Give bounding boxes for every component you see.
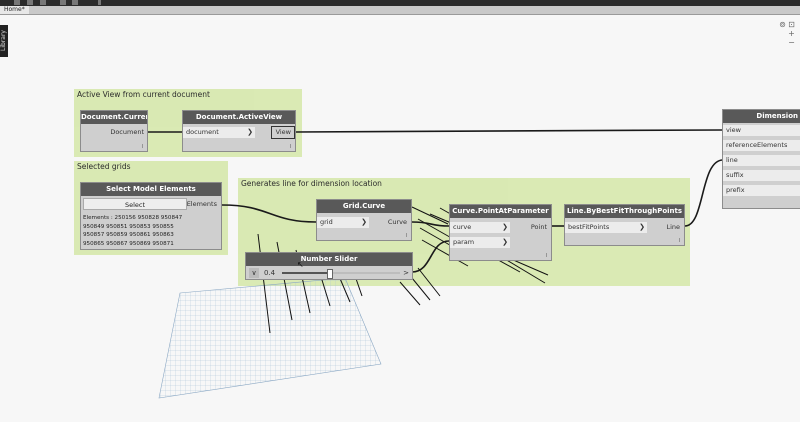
port-line-in[interactable]: line xyxy=(723,155,800,166)
node-title: Select Model Elements xyxy=(81,183,221,196)
node-title: Document.ActiveView xyxy=(183,111,295,124)
redo-icon[interactable] xyxy=(72,0,78,5)
info-badge: l xyxy=(141,144,143,150)
port-label: param xyxy=(453,238,475,246)
port-label: document xyxy=(186,128,219,136)
node-title: Curve.PointAtParameter xyxy=(450,205,551,218)
node-dimension[interactable]: Dimension view referenceElements line su… xyxy=(722,109,800,209)
node-curve-pointatparameter[interactable]: Curve.PointAtParameter curve ❯ param ❯ P… xyxy=(449,204,552,261)
port-suffix-in[interactable]: suffix xyxy=(723,170,800,181)
slider-value[interactable]: 0.4 xyxy=(264,268,275,278)
chevron-right-icon: ❯ xyxy=(502,238,508,246)
port-view-out[interactable]: View xyxy=(271,126,295,139)
port-prefix-in[interactable]: prefix xyxy=(723,185,800,196)
port-param-in[interactable]: param ❯ xyxy=(450,237,510,248)
library-toggle[interactable]: Library xyxy=(0,25,8,57)
group-title: Selected grids xyxy=(77,162,131,171)
tab-bar: Home* xyxy=(0,6,800,15)
undo-icon[interactable] xyxy=(60,0,66,5)
slider-fill xyxy=(282,272,330,274)
port-document-out[interactable]: Document xyxy=(81,127,147,138)
slider-expand-button[interactable]: ∨ xyxy=(249,268,259,278)
elements-line: Elements : 250156 950828 950847 xyxy=(83,215,183,221)
node-line-bybestfit[interactable]: Line.ByBestFitThroughPoints bestFitPoint… xyxy=(564,204,685,246)
port-document-in[interactable]: document ❯ xyxy=(183,127,255,138)
plus-icon[interactable]: + xyxy=(787,29,796,38)
slider-track[interactable] xyxy=(282,269,400,279)
chevron-right-icon: ❯ xyxy=(361,218,367,226)
node-title: Document.Current xyxy=(81,111,147,124)
elements-line: 950849 950851 950853 950855 xyxy=(83,223,174,230)
tab-home[interactable]: Home* xyxy=(0,6,29,14)
zoom-icon[interactable] xyxy=(98,0,101,5)
selected-elements-list: Elements : 250156 950828 950847 950849 9… xyxy=(83,214,201,248)
node-grid-curve[interactable]: Grid.Curve grid ❯ Curve l xyxy=(316,199,412,241)
port-label: curve xyxy=(453,223,472,231)
port-line-out[interactable]: Line xyxy=(661,222,683,233)
info-badge: l xyxy=(545,253,547,259)
select-button[interactable]: Select xyxy=(83,198,187,210)
port-curve-out[interactable]: Curve xyxy=(384,217,410,228)
group-title: Active View from current document xyxy=(77,90,210,99)
node-title: Dimension xyxy=(723,110,800,123)
port-label: bestFitPoints xyxy=(568,223,610,231)
group-title: Generates line for dimension location xyxy=(241,179,382,188)
folder-icon[interactable] xyxy=(27,0,33,5)
info-badge: l xyxy=(405,233,407,239)
slider-handle[interactable] xyxy=(327,269,334,279)
file-icon[interactable] xyxy=(14,0,20,5)
node-document-current[interactable]: Document.Current Document l xyxy=(80,110,148,152)
chevron-right-icon: ❯ xyxy=(639,223,645,231)
node-title: Number Slider xyxy=(246,253,412,266)
port-view-in[interactable]: view xyxy=(723,125,800,136)
chevron-right-icon: ❯ xyxy=(247,128,253,136)
port-point-out[interactable]: Point xyxy=(524,222,550,233)
view-controls: ⊚ ⊡ + − xyxy=(778,20,796,47)
elements-line: 950865 950867 950869 950871 xyxy=(83,240,174,247)
port-label: grid xyxy=(320,218,333,226)
minus-icon[interactable]: − xyxy=(787,38,796,47)
mouse-cursor-icon: ↖ xyxy=(297,260,304,269)
node-select-model-elements[interactable]: Select Model Elements Select Elements El… xyxy=(80,182,222,250)
chevron-right-icon[interactable]: > xyxy=(403,268,409,278)
view-toggle-icon[interactable]: ⊚ xyxy=(778,20,787,29)
elements-line: 950857 950859 950861 950863 xyxy=(83,232,174,238)
node-title: Grid.Curve xyxy=(317,200,411,213)
port-grid-in[interactable]: grid ❯ xyxy=(317,217,369,228)
save-icon[interactable] xyxy=(40,0,46,5)
port-bestfitpoints-in[interactable]: bestFitPoints ❯ xyxy=(565,222,647,233)
info-badge: l xyxy=(678,238,680,244)
port-referenceelements-in[interactable]: referenceElements xyxy=(723,140,800,151)
fit-icon[interactable]: ⊡ xyxy=(787,20,796,29)
node-document-activeview[interactable]: Document.ActiveView document ❯ View l xyxy=(182,110,296,152)
info-badge: l xyxy=(289,144,291,150)
node-number-slider[interactable]: Number Slider ∨ 0.4 > xyxy=(245,252,413,280)
port-elements-out[interactable]: Elements xyxy=(186,199,220,210)
port-curve-in[interactable]: curve ❯ xyxy=(450,222,510,233)
node-title: Line.ByBestFitThroughPoints xyxy=(565,205,684,218)
chevron-right-icon: ❯ xyxy=(502,223,508,231)
